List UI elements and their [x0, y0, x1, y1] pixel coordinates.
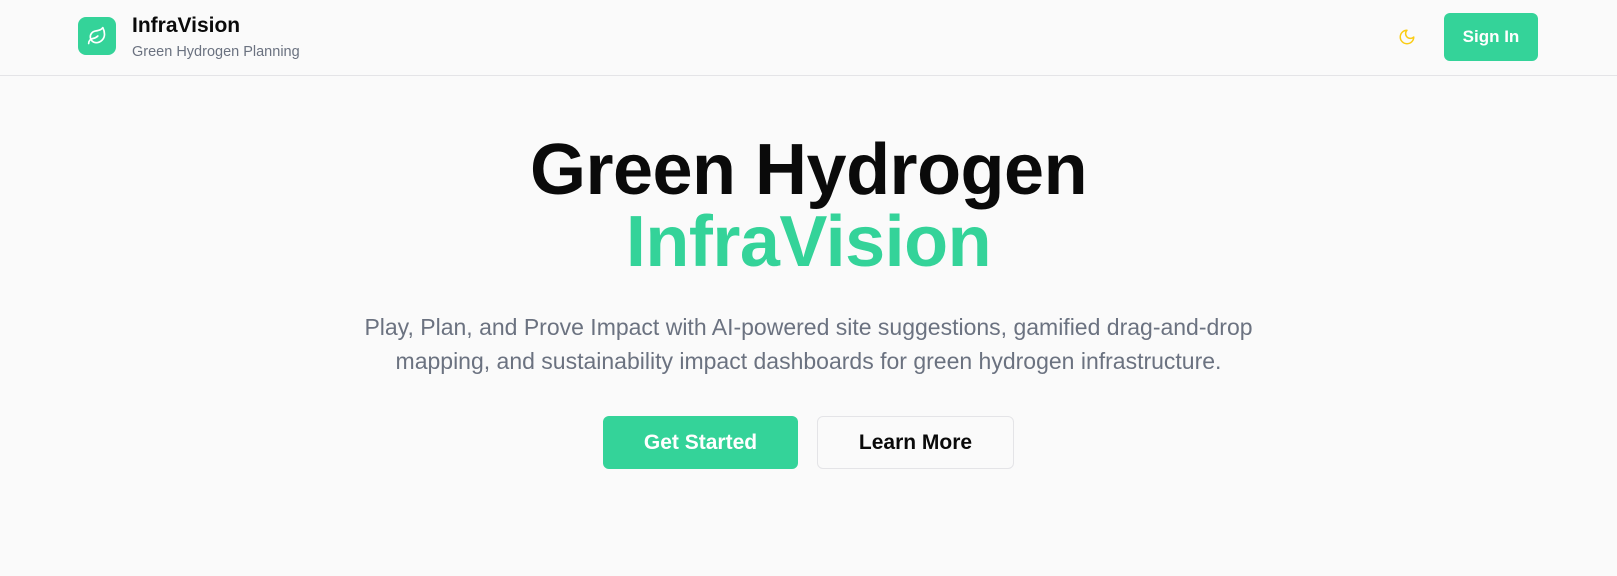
leaf-icon	[87, 26, 106, 45]
brand-title: InfraVision	[132, 14, 241, 37]
hero-title: Green Hydrogen InfraVision	[0, 134, 1617, 278]
brand-subtitle: Green Hydrogen Planning	[132, 44, 300, 60]
brand[interactable]: InfraVision Green Hydrogen Planning	[78, 14, 300, 61]
moon-icon	[1399, 29, 1415, 45]
get-started-button[interactable]: Get Started	[603, 416, 798, 469]
logo-badge	[78, 17, 116, 55]
top-navbar: InfraVision Green Hydrogen Planning Sign…	[0, 0, 1617, 76]
theme-toggle-button[interactable]	[1394, 24, 1420, 50]
hero-title-line-1: Green Hydrogen	[529, 130, 1088, 210]
hero-description: Play, Plan, and Prove Impact with AI-pow…	[364, 314, 1253, 374]
cta-row: Get Started Learn More	[0, 416, 1617, 469]
learn-more-button[interactable]: Learn More	[817, 416, 1014, 469]
sign-in-button[interactable]: Sign In	[1444, 13, 1538, 61]
hero-section: Green Hydrogen InfraVision Play, Plan, a…	[0, 76, 1617, 469]
brand-text: InfraVision Green Hydrogen Planning	[132, 14, 300, 61]
hero-title-line-2: InfraVision	[625, 202, 992, 282]
